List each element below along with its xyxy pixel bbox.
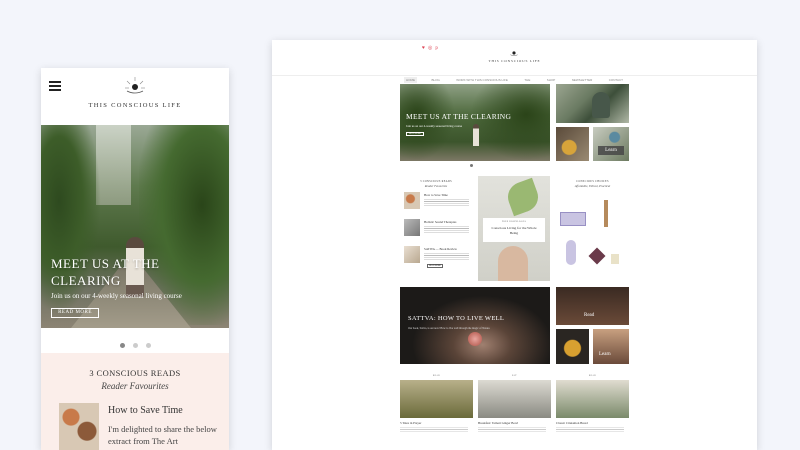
section-subtitle: Reader Favourites — [101, 381, 169, 391]
post-card[interactable]: READ Classic Cinnamon Bread — [556, 375, 629, 432]
post-thumbnail[interactable] — [404, 219, 420, 236]
nav-item-the[interactable]: THE — [522, 77, 532, 83]
section-title: 3 CONSCIOUS READS — [420, 180, 452, 183]
carousel-dots — [41, 335, 229, 353]
product-jar[interactable] — [611, 254, 619, 264]
nav-item-blog[interactable]: BLOG — [429, 77, 441, 83]
reads-section: 3 CONSCIOUS READS Reader Favourites How … — [41, 353, 229, 450]
nav-item-shop[interactable]: SHOP — [545, 77, 558, 83]
read-label[interactable]: Read — [584, 313, 594, 318]
sattva-banner[interactable]: SATTVA: HOW TO LIVE WELL Our book, Sattv… — [400, 287, 550, 364]
product-soap-box[interactable] — [560, 212, 586, 226]
category-label: READ — [432, 375, 441, 377]
post-title[interactable]: 5 Tales in Prayer — [400, 421, 473, 425]
pinterest-icon[interactable]: p — [435, 46, 441, 51]
product-pad[interactable] — [566, 240, 576, 265]
mobile-header: THIS CONSCIOUS LIFE — [41, 68, 229, 125]
category-label: EAT — [512, 375, 517, 377]
lotus-logo-icon[interactable] — [124, 76, 146, 96]
post-card[interactable]: EAT Breakfast: Tamari Ginger Bowl — [478, 375, 551, 432]
carousel-dot[interactable] — [145, 343, 151, 348]
post-title[interactable]: How to Save Time — [108, 405, 228, 416]
featured-download[interactable]: FREE DOWNLOADS Conscious Living for the … — [478, 176, 550, 281]
post-title[interactable]: Holistic Sound Therapies — [424, 220, 456, 224]
desktop-hero-slide[interactable]: MEET US AT THE CLEARING Join us on our 4… — [400, 84, 550, 161]
social-links: ♥◎p — [422, 45, 441, 51]
carousel-dot[interactable] — [470, 164, 473, 167]
section-title: 3 CONSCIOUS READS — [89, 368, 181, 378]
hero-subtitle: Join us on our 4-weekly seasonal living … — [51, 292, 182, 300]
promo-tile-learn[interactable]: Learn — [593, 127, 629, 161]
mobile-hero-slide[interactable]: MEET US AT THE CLEARING Join us on our 4… — [41, 125, 229, 328]
banner-title: SATTVA: HOW TO LIVE WELL — [408, 315, 505, 322]
read-more-button[interactable]: READ MORE — [51, 308, 99, 318]
reads-column: 3 CONSCIOUS READS Reader Favourites How … — [400, 180, 472, 269]
promo-tile-drink[interactable] — [556, 127, 589, 161]
post-title[interactable]: How to Save Time — [424, 193, 448, 197]
nav-item-newsletter[interactable]: NEWSLETTER — [570, 77, 595, 83]
nav-item-contact[interactable]: CONTACT — [607, 77, 625, 83]
featured-title[interactable]: Conscious Living for the Whole Being — [483, 226, 545, 236]
read-more-button[interactable]: READ MORE — [427, 264, 443, 268]
post-title[interactable]: SATIVA — Book Review — [424, 247, 457, 251]
section-subtitle: Affordable, Ethical, Practical — [574, 184, 611, 188]
post-thumbnail[interactable] — [404, 192, 420, 209]
carousel-dot[interactable] — [132, 343, 138, 348]
promo-tile-woman[interactable] — [556, 84, 629, 123]
section-subtitle: Reader Favourites — [424, 184, 448, 188]
post-thumbnail[interactable] — [556, 380, 629, 418]
read-more-button[interactable]: READ MORE — [406, 132, 424, 136]
post-thumbnail[interactable] — [400, 380, 473, 418]
mobile-preview: THIS CONSCIOUS LIFE MEET US AT THE CLEAR… — [41, 68, 229, 450]
post-excerpt — [400, 427, 468, 432]
section-title: CONSCIOUS CHOICES — [576, 180, 609, 183]
post-title[interactable]: Classic Cinnamon Bread — [556, 421, 629, 425]
banner-subtitle: Our book, Sattva, is out now! How to liv… — [408, 327, 491, 330]
lotus-logo-icon[interactable] — [509, 48, 519, 57]
carousel-dot[interactable] — [119, 343, 125, 348]
post-excerpt — [424, 253, 469, 261]
choices-column: CONSCIOUS CHOICES Affordable, Ethical, P… — [556, 180, 629, 265]
hero-title: MEET US AT THE CLEARING — [51, 256, 160, 288]
product-brush[interactable] — [604, 200, 608, 227]
post-card[interactable]: READ 5 Tales in Prayer — [400, 375, 473, 432]
learn-label[interactable]: Learn — [598, 146, 624, 155]
category-label: READ — [588, 375, 597, 377]
post-excerpt: I'm delighted to share the below extract… — [108, 424, 217, 446]
hero-title: MEET US AT THE CLEARING — [406, 112, 512, 121]
post-excerpt — [556, 427, 624, 432]
post-excerpt — [424, 226, 469, 234]
promo-tile-read[interactable]: Read — [556, 287, 629, 325]
list-item[interactable]: How to Save Time — [400, 192, 472, 215]
promo-tile-tea[interactable] — [556, 329, 589, 364]
brand-name: THIS CONSCIOUS LIFE — [88, 102, 182, 109]
hamburger-menu-icon[interactable] — [49, 81, 61, 91]
nav-item-work[interactable]: WORK WITH THIS CONSCIOUS LIFE — [454, 77, 510, 83]
header-divider — [272, 75, 757, 76]
list-item[interactable]: Holistic Sound Therapies — [400, 219, 472, 242]
post-thumbnail[interactable] — [404, 246, 420, 263]
desktop-preview: ♥◎p THIS CONSCIOUS LIFE HOME BLOG WORK W… — [272, 40, 757, 450]
featured-caption: FREE DOWNLOADS Conscious Living for the … — [483, 218, 545, 242]
learn-label[interactable]: Learn — [599, 352, 611, 357]
post-excerpt — [478, 427, 546, 432]
product-cube[interactable] — [588, 247, 606, 265]
featured-tag: FREE DOWNLOADS — [501, 221, 527, 223]
post-thumbnail[interactable] — [478, 380, 551, 418]
hero-subtitle: Join us on our 4-weekly seasonal living … — [406, 124, 463, 128]
brand-name: THIS CONSCIOUS LIFE — [488, 59, 541, 63]
post-thumbnail[interactable] — [59, 403, 99, 450]
nav-item-home[interactable]: HOME — [404, 77, 417, 83]
promo-tile-learn[interactable]: Learn — [593, 329, 629, 364]
post-excerpt — [424, 199, 469, 207]
post-title[interactable]: Breakfast: Tamari Ginger Bowl — [478, 421, 551, 425]
